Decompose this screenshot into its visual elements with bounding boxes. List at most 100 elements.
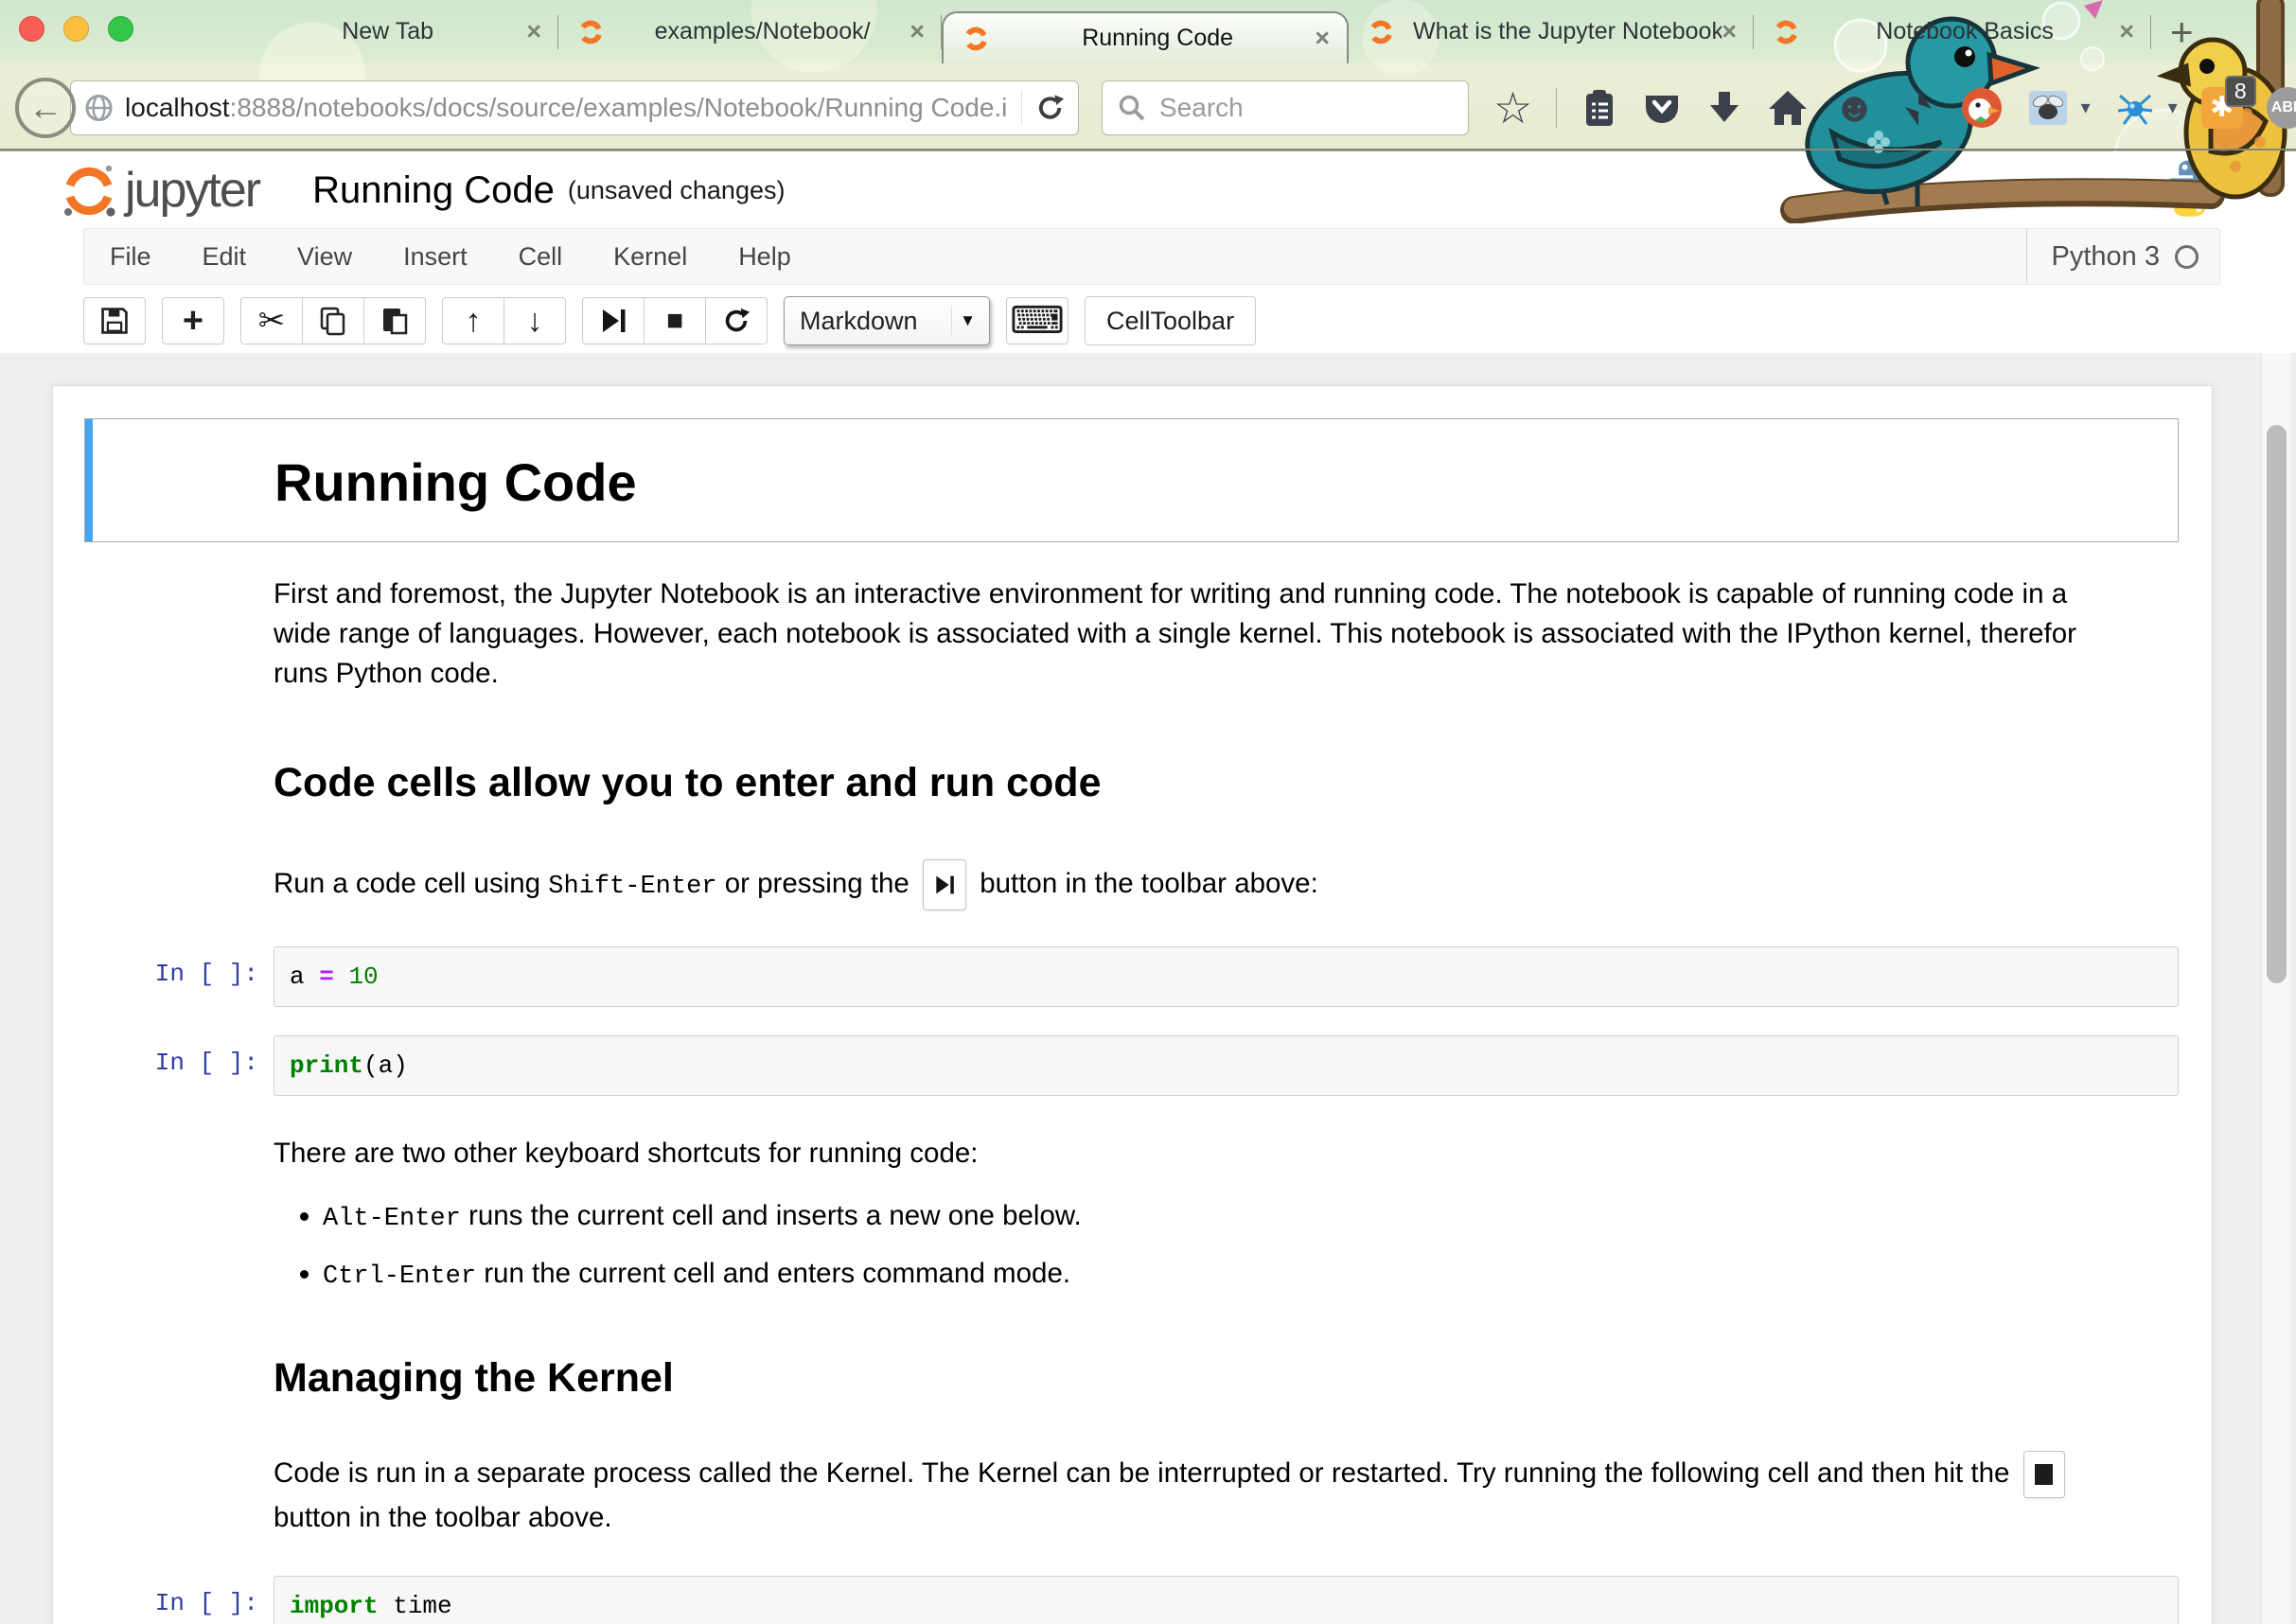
- tab-close-icon[interactable]: ×: [1315, 26, 1330, 51]
- run-cell-button[interactable]: [582, 297, 645, 344]
- downloads-icon[interactable]: [1705, 88, 1743, 128]
- scrollbar-thumb[interactable]: [2267, 425, 2287, 983]
- menu-item-edit[interactable]: Edit: [177, 242, 273, 272]
- md-cell-kernel-line[interactable]: Code is run in a separate process called…: [53, 1451, 2212, 1538]
- notebook-toolbar: + ✂ ↑ ↓: [83, 296, 2296, 361]
- globe-icon: [84, 93, 114, 123]
- tab-close-icon[interactable]: ×: [526, 19, 541, 44]
- new-tab-button[interactable]: +: [2170, 12, 2194, 52]
- code-input[interactable]: print(a): [274, 1035, 2179, 1096]
- addon-badge: 8: [2225, 76, 2256, 107]
- jupyter-logo[interactable]: jupyter: [61, 161, 259, 220]
- tab-running-code[interactable]: Running Code ×: [942, 11, 1349, 63]
- menu-item-cell[interactable]: Cell: [493, 242, 589, 272]
- toolbar-divider: [1556, 88, 1557, 128]
- menu-item-help[interactable]: Help: [713, 242, 817, 272]
- page-scrollbar[interactable]: [2261, 353, 2290, 1624]
- adblock-plus-icon[interactable]: ABP: [2267, 87, 2296, 129]
- move-cell-down-button[interactable]: ↓: [503, 297, 566, 344]
- kernel-line-post: button in the toolbar above.: [274, 1502, 612, 1533]
- celltoolbar-button[interactable]: CellToolbar: [1085, 296, 1256, 345]
- cut-cell-button[interactable]: ✂: [240, 297, 303, 344]
- jupyter-favicon-icon: [961, 24, 991, 54]
- menu-item-view[interactable]: View: [272, 242, 378, 272]
- close-window-button[interactable]: [19, 16, 44, 42]
- toolbar-icons: ☆ ☻: [1493, 86, 2296, 130]
- code-cell[interactable]: In [ ]: print(a): [84, 1035, 2179, 1096]
- python-kernel-logo: [2160, 156, 2224, 221]
- url-host: localhost: [125, 93, 230, 122]
- reload-icon[interactable]: [1035, 93, 1065, 123]
- back-button[interactable]: ←: [15, 78, 76, 138]
- hello-smiley-icon[interactable]: ☻: [1832, 87, 1876, 129]
- url-bar[interactable]: localhost:8888/notebooks/docs/source/exa…: [70, 80, 1079, 135]
- dropdown-arrow-icon[interactable]: ▾: [2168, 96, 2178, 119]
- fly-addon-icon[interactable]: [2027, 89, 2069, 127]
- menu-item-insert[interactable]: Insert: [378, 242, 493, 272]
- kbd-shift-enter: Shift-Enter: [548, 872, 716, 900]
- paste-cell-button[interactable]: [363, 297, 426, 344]
- md-cell-run-line[interactable]: Run a code cell using Shift-Enter or pre…: [53, 859, 2212, 910]
- selected-cell-indicator: [85, 419, 93, 541]
- shortcuts-intro-text: There are two other keyboard shortcuts f…: [274, 1138, 978, 1169]
- copy-cell-button[interactable]: [302, 297, 364, 344]
- tab-close-icon[interactable]: ×: [1722, 19, 1737, 44]
- bookmarks-menu-icon[interactable]: [1581, 88, 1618, 128]
- tab-label: New Tab: [249, 18, 526, 45]
- tab-close-icon[interactable]: ×: [2119, 19, 2134, 44]
- code-cell[interactable]: In [ ]: import timetime.sleep(10): [84, 1576, 2179, 1624]
- back-arrow-icon: ←: [28, 88, 62, 128]
- abp-label: ABP: [2271, 99, 2296, 116]
- tab-label: examples/Notebook/: [615, 18, 910, 45]
- md-cell-shortcuts[interactable]: There are two other keyboard shortcuts f…: [53, 1134, 2212, 1295]
- list-item-text: runs the current cell and inserts a new …: [461, 1200, 1082, 1231]
- notebook-title[interactable]: Running Code: [312, 169, 555, 212]
- search-input[interactable]: [1157, 92, 1404, 124]
- tab-new-tab[interactable]: New Tab ×: [232, 0, 558, 63]
- tab-label: Running Code: [1000, 25, 1315, 52]
- pocket-icon[interactable]: [1642, 88, 1682, 128]
- cell-type-select[interactable]: Markdown ▼: [784, 296, 990, 345]
- md-cell-intro[interactable]: First and foremost, the Jupyter Notebook…: [53, 574, 2212, 694]
- md-cell-h2-kernel[interactable]: Managing the Kernel: [53, 1350, 2212, 1407]
- code-input[interactable]: import timetime.sleep(10): [274, 1576, 2179, 1624]
- list-item: Alt-Enter runs the current cell and inse…: [323, 1196, 2093, 1237]
- run-line-post: button in the toolbar above:: [972, 867, 1318, 898]
- tab-what-is-jupyter[interactable]: What is the Jupyter Notebook ×: [1349, 0, 1754, 63]
- tab-notebook-basics[interactable]: Notebook Basics ×: [1754, 0, 2151, 63]
- run-icon: [600, 308, 627, 334]
- bookmark-star-icon[interactable]: ☆: [1493, 86, 1532, 130]
- md-cell-title[interactable]: Running Code: [84, 418, 2179, 542]
- code-cell[interactable]: In [ ]: a = 10: [84, 946, 2179, 1007]
- tab-close-icon[interactable]: ×: [910, 19, 925, 44]
- dropdown-arrow-icon[interactable]: ▾: [2081, 96, 2091, 119]
- add-cell-button[interactable]: +: [162, 297, 224, 344]
- spider-addon-icon[interactable]: [2114, 88, 2156, 128]
- jupyter-page: jupyter Running Code (unsaved changes) F…: [0, 152, 2296, 1624]
- duckduckgo-icon[interactable]: [1960, 86, 2004, 130]
- forget-pinwheel-icon[interactable]: [1900, 88, 1936, 128]
- interrupt-kernel-button[interactable]: ■: [644, 297, 706, 344]
- command-palette-button[interactable]: ⌨: [1006, 297, 1069, 344]
- menu-item-kernel[interactable]: Kernel: [588, 242, 713, 272]
- move-cell-up-button[interactable]: ↑: [442, 297, 504, 344]
- minimize-window-button[interactable]: [63, 16, 89, 42]
- search-bar[interactable]: [1102, 80, 1469, 135]
- code-token: a: [290, 962, 319, 991]
- navigation-bar: ← localhost:8888/notebooks/docs/source/e…: [0, 63, 2296, 151]
- notebook-h1: Running Code: [274, 451, 2064, 513]
- code-input[interactable]: a = 10: [274, 946, 2179, 1007]
- asterisk-addon-icon[interactable]: ✱ 8: [2201, 87, 2243, 129]
- code-token: time: [379, 1592, 452, 1620]
- code-token: (a): [363, 1051, 408, 1080]
- home-icon[interactable]: [1767, 88, 1809, 128]
- restart-kernel-button[interactable]: [705, 297, 768, 344]
- tab-examples-notebook[interactable]: examples/Notebook/ ×: [558, 0, 942, 63]
- kernel-indicator: Python 3: [2026, 229, 2219, 284]
- menu-item-file[interactable]: File: [84, 242, 177, 272]
- intro-text: First and foremost, the Jupyter Notebook…: [274, 578, 2076, 689]
- tab-strip: New Tab × examples/Notebook/ × Running C…: [232, 0, 2194, 63]
- zoom-window-button[interactable]: [108, 16, 133, 42]
- md-cell-h2-code-cells[interactable]: Code cells allow you to enter and run co…: [53, 754, 2212, 812]
- save-button[interactable]: [83, 297, 146, 344]
